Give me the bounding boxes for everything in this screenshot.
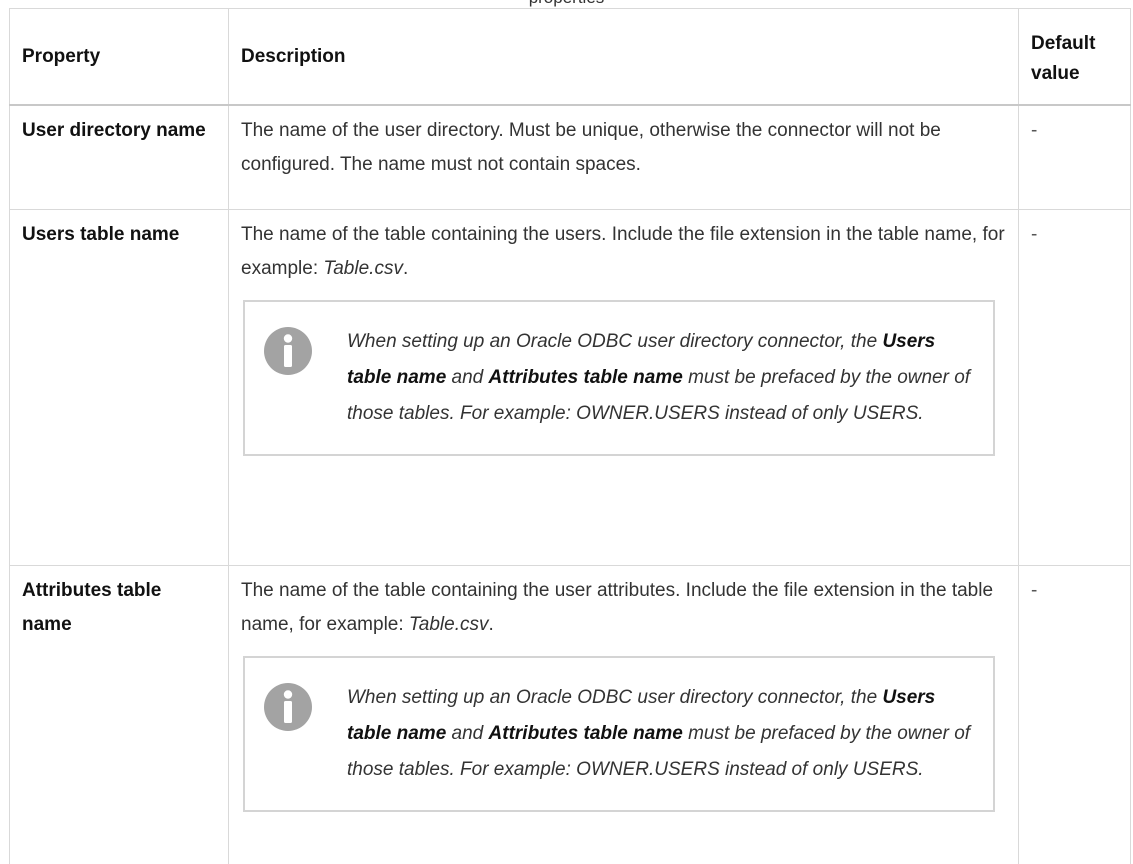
example-filename: Table.csv bbox=[323, 258, 403, 279]
note-text-part: and bbox=[446, 723, 489, 744]
description-end: . bbox=[488, 614, 494, 635]
info-icon bbox=[264, 327, 312, 375]
default-value: - bbox=[1018, 104, 1131, 210]
table-header-row: Property Description Default value bbox=[9, 8, 1131, 106]
table-row: Attributes table name The name of the ta… bbox=[9, 565, 1131, 864]
note-text: When setting up an Oracle ODBC user dire… bbox=[347, 324, 973, 432]
note-text-part: and bbox=[446, 367, 489, 388]
property-name: Users table name bbox=[9, 209, 229, 566]
note-box: When setting up an Oracle ODBC user dire… bbox=[243, 300, 995, 456]
description-end: . bbox=[402, 258, 409, 279]
header-property: Property bbox=[9, 8, 229, 106]
property-name: User directory name bbox=[9, 104, 229, 210]
header-description: Description bbox=[228, 8, 1019, 106]
table-row: Users table name The name of the table c… bbox=[9, 209, 1131, 566]
default-value: - bbox=[1018, 209, 1131, 566]
document-page: properties Property Description Default … bbox=[0, 0, 1133, 864]
info-icon bbox=[264, 683, 312, 731]
note-box: When setting up an Oracle ODBC user dire… bbox=[243, 656, 995, 812]
properties-table: Property Description Default value User … bbox=[9, 8, 1131, 864]
note-text-part: When setting up an Oracle ODBC user dire… bbox=[347, 687, 883, 708]
default-value: - bbox=[1018, 565, 1131, 864]
note-text: When setting up an Oracle ODBC user dire… bbox=[347, 680, 973, 788]
property-description: The name of the user directory. Must be … bbox=[228, 104, 1019, 210]
description-text: The name of the table containing the use… bbox=[241, 580, 994, 635]
note-emphasis: Attributes table name bbox=[488, 367, 683, 388]
note-emphasis: Attributes table name bbox=[488, 723, 683, 744]
note-text-part: When setting up an Oracle ODBC user dire… bbox=[347, 331, 883, 352]
property-name: Attributes table name bbox=[9, 565, 229, 864]
table-row: User directory name The name of the user… bbox=[9, 104, 1131, 210]
table-caption: properties bbox=[0, 0, 1133, 8]
example-filename: Table.csv bbox=[408, 614, 489, 635]
property-description: The name of the table containing the use… bbox=[228, 565, 1019, 864]
property-description: The name of the table containing the use… bbox=[228, 209, 1019, 566]
header-default-value: Default value bbox=[1018, 8, 1131, 106]
